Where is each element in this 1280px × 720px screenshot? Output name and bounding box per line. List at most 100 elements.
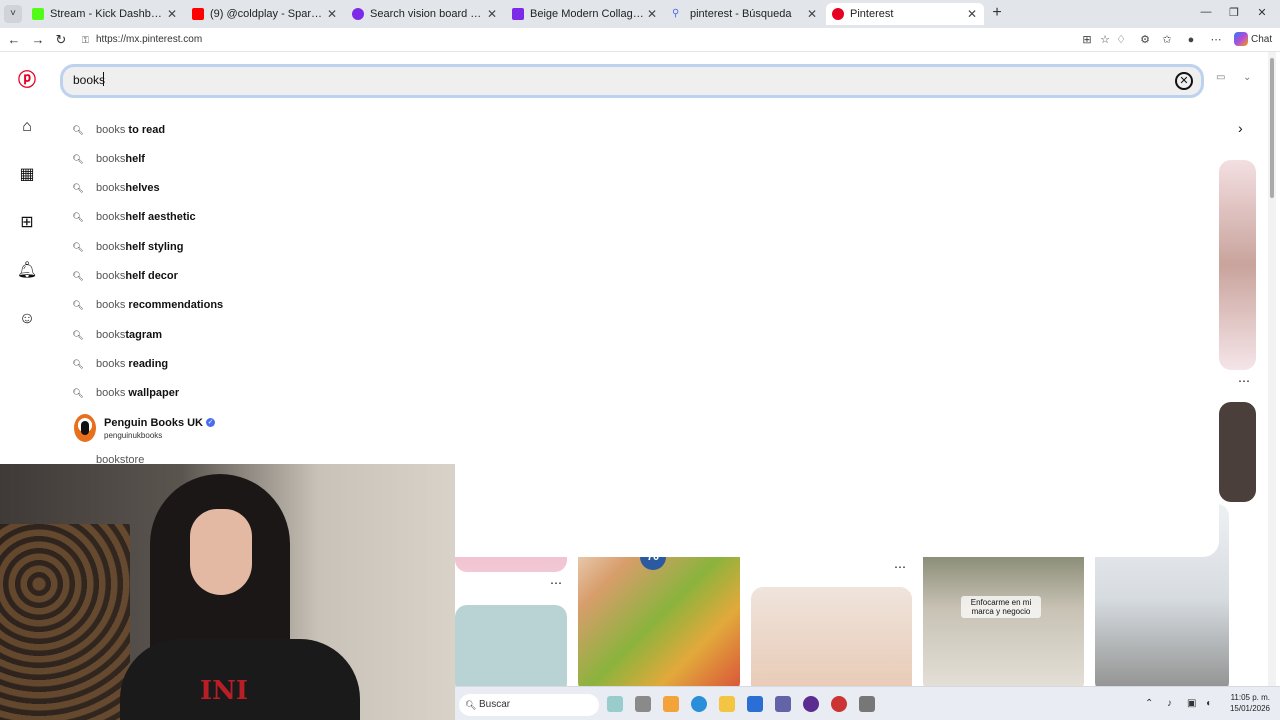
tab-youtube[interactable]: (9) @coldplay - Sparks (Lyrics) - Yo ✕ (186, 3, 344, 25)
suggestion-item[interactable]: 🔍︎ books to read (72, 120, 165, 140)
page-scrollbar-thumb[interactable] (1270, 58, 1274, 198)
webcam-overlay: INI (0, 464, 455, 720)
new-tab-icon[interactable]: + (989, 5, 1005, 21)
app-available-icon[interactable]: ⊞ (1080, 33, 1094, 47)
tray-chevron-up-icon[interactable]: ⌃ (1145, 698, 1153, 709)
suggestion-item[interactable]: 🔍︎ books tagram (72, 325, 162, 345)
teams-icon[interactable] (775, 696, 791, 712)
create-icon[interactable]: ⊞ (16, 212, 38, 234)
recording-app-icon[interactable] (831, 696, 847, 712)
pin-card[interactable] (751, 587, 912, 697)
pinterest-logo-icon[interactable]: ⓟ (16, 69, 38, 91)
search-icon: 🔍︎ (72, 182, 84, 193)
suggestion-item[interactable]: 🔍︎ books helf aesthetic (72, 207, 196, 227)
close-tab-icon[interactable]: ✕ (166, 7, 178, 21)
favorite-star-icon[interactable]: ☆ (1098, 33, 1112, 47)
tab-title: (9) @coldplay - Sparks (Lyrics) - Yo (210, 8, 326, 20)
suggestion-prefix: books (96, 299, 126, 311)
settings-gear-icon[interactable] (859, 696, 875, 712)
tab-actions-menu-icon[interactable]: ˅ (4, 5, 22, 23)
verified-badge-icon: ✓ (206, 418, 216, 428)
url-input[interactable]: ⚿ https://mx.pinterest.com (76, 31, 1076, 49)
pin-more-icon[interactable]: ⋯ (894, 560, 906, 574)
carousel-next-icon[interactable]: › (1238, 120, 1243, 136)
suggestion-suffix: reading (125, 358, 169, 370)
close-tab-icon[interactable]: ✕ (806, 7, 818, 21)
account-name: Penguin Books UK (104, 416, 204, 429)
search-icon: 🔍︎ (72, 153, 84, 164)
close-tab-icon[interactable]: ✕ (486, 7, 498, 21)
account-suggestion[interactable]: Penguin Books UK ✓ penguinukbooks (74, 414, 216, 442)
suggestion-item[interactable]: 🔍︎ books recommendations (72, 295, 223, 315)
tab-canva-search[interactable]: Search vision board 2026 - Canva ✕ (346, 3, 504, 25)
tab-kick-dashboard[interactable]: Stream - Kick Dashboard ✕ (26, 3, 184, 25)
widgets-icon[interactable] (635, 696, 651, 712)
suggestion-suffix: helf aesthetic (125, 211, 196, 223)
close-tab-icon[interactable]: ✕ (646, 7, 658, 21)
taskbar-search-input[interactable]: 🔍︎ Buscar (459, 694, 599, 716)
tab-title: Pinterest (850, 8, 894, 20)
search-input[interactable]: books ✕ (60, 64, 1204, 98)
system-clock[interactable]: 11:05 p. m. 15/01/2026 (1220, 692, 1270, 714)
avatar[interactable]: ▭ (1216, 72, 1225, 83)
tab-pinterest[interactable]: Pinterest ✕ (826, 3, 984, 25)
pin-more-icon[interactable]: ⋯ (550, 576, 562, 590)
clear-search-icon[interactable]: ✕ (1175, 72, 1193, 90)
search-icon: 🔍︎ (72, 387, 84, 398)
pin-card[interactable] (1219, 402, 1256, 502)
notifications-icon[interactable]: 🔔︎ (16, 260, 38, 282)
task-view-icon[interactable] (607, 696, 623, 712)
tab-canva-design[interactable]: Beige Modern Collage Vision Boa ✕ (506, 3, 664, 25)
messages-icon[interactable]: ☺ (16, 308, 38, 330)
text-caret (103, 72, 104, 86)
search-icon: 🔍︎ (72, 270, 84, 281)
more-options-icon[interactable]: ⋯ (1209, 33, 1223, 47)
volume-icon[interactable]: ◖ (1205, 698, 1211, 709)
network-icon[interactable]: ▣ (1187, 698, 1196, 709)
copilot-icon (1234, 32, 1248, 46)
suggestion-item[interactable]: 🔍︎ books helf styling (72, 237, 183, 257)
suggestion-item[interactable]: 🔍︎ books helf (72, 149, 145, 169)
search-input-value: books (73, 73, 106, 87)
close-tab-icon[interactable]: ✕ (966, 7, 978, 21)
file-explorer-icon[interactable] (719, 696, 735, 712)
app-icon[interactable] (803, 696, 819, 712)
mail-icon[interactable] (747, 696, 763, 712)
search-icon: 🔍︎ (72, 211, 84, 222)
kick-favicon-icon (32, 8, 44, 20)
suggestion-item[interactable]: 🔍︎ books wallpaper (72, 383, 179, 403)
forward-icon[interactable]: → (30, 32, 46, 48)
restore-icon[interactable]: ❐ (1224, 6, 1244, 19)
explore-icon[interactable]: ▦ (16, 164, 38, 186)
close-tab-icon[interactable]: ✕ (326, 7, 338, 21)
suggestion-prefix: books (96, 182, 126, 194)
microphone-icon[interactable]: ♪ (1167, 698, 1172, 709)
suggestion-item[interactable]: 🔍︎ books reading (72, 354, 168, 374)
account-menu-chevron-down-icon[interactable]: ⌄ (1243, 72, 1251, 83)
refresh-icon[interactable]: ↻ (53, 32, 69, 48)
favorites-icon[interactable]: ✩ (1160, 33, 1174, 47)
extensions-icon[interactable]: ⚙ (1138, 33, 1152, 47)
search-icon: 🔍︎ (72, 329, 84, 340)
suggestion-prefix: books (96, 329, 126, 341)
site-info-icon[interactable]: ⚿ (82, 31, 89, 49)
back-icon[interactable]: ← (6, 32, 22, 48)
copilot-chat-button[interactable]: Chat (1234, 32, 1272, 46)
pin-overlay-text: Enfocarme en mi marca y negocio (961, 596, 1041, 618)
minimize-icon[interactable]: — (1196, 6, 1216, 18)
home-icon[interactable]: ⌂ (16, 116, 38, 138)
tab-bing-search[interactable]: ⚲ pinterest - Búsqueda ✕ (666, 3, 824, 25)
suggestion-item[interactable]: 🔍︎ books helf decor (72, 266, 178, 286)
suggestion-prefix: books (96, 270, 126, 282)
pin-card[interactable] (455, 605, 567, 695)
tab-title: pinterest - Búsqueda (690, 8, 792, 20)
pin-more-icon[interactable]: ⋯ (1238, 374, 1250, 388)
tracking-prevention-icon[interactable]: ♢ (1114, 33, 1128, 47)
edge-browser-icon[interactable] (691, 696, 707, 712)
youtube-favicon-icon (192, 8, 204, 20)
pin-card[interactable] (1219, 160, 1256, 370)
suggestion-item[interactable]: 🔍︎ books helves (72, 178, 159, 198)
profile-icon[interactable]: ● (1184, 33, 1198, 47)
copilot-app-icon[interactable] (663, 696, 679, 712)
close-window-icon[interactable]: ✕ (1252, 6, 1272, 19)
